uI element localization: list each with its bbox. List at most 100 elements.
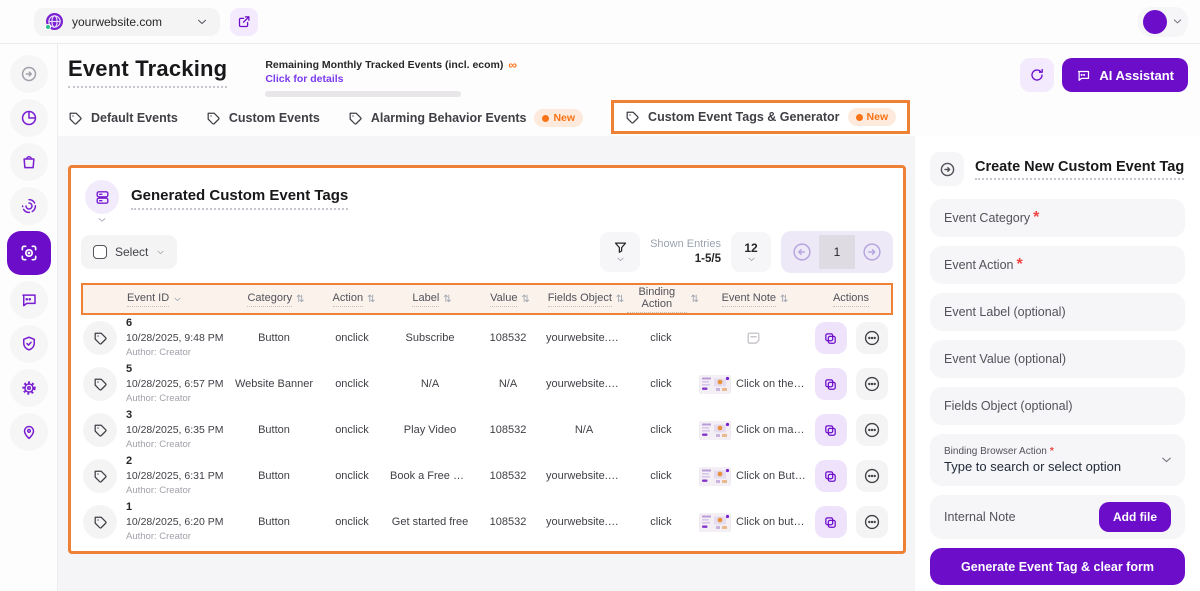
chevron-down-icon[interactable]: [97, 215, 107, 225]
column-header-label[interactable]: Label⇅: [389, 292, 475, 307]
cell-binding-action: click: [625, 470, 697, 482]
table-row: 310/28/2025, 6:35 PMAuthor: Creator Butt…: [81, 407, 893, 453]
more-options-button[interactable]: [856, 460, 888, 492]
copy-tag-button[interactable]: [815, 414, 847, 446]
chevron-down-icon: [616, 255, 625, 264]
cell-fields-object: yourwebsite.c...: [543, 470, 625, 482]
tab-alarming-behavior-events[interactable]: Alarming Behavior Events New: [348, 109, 583, 127]
page-number[interactable]: 1: [819, 235, 855, 269]
event-label-field[interactable]: Event Label (optional): [930, 293, 1185, 331]
open-website-button[interactable]: [230, 8, 258, 36]
table-title: Generated Custom Event Tags: [131, 187, 348, 210]
badge-dot-icon: [856, 114, 863, 121]
event-value-field[interactable]: Event Value (optional): [930, 340, 1185, 378]
sidebar-item-analytics[interactable]: [10, 99, 48, 137]
prev-page-button[interactable]: [785, 235, 819, 269]
column-header-value[interactable]: Value⇅: [475, 292, 545, 307]
more-options-button[interactable]: [856, 322, 888, 354]
copy-tag-button[interactable]: [815, 506, 847, 538]
tag-icon: [83, 505, 117, 539]
more-options-button[interactable]: [856, 414, 888, 446]
cell-binding-action: click: [625, 516, 697, 528]
chevron-down-icon: [1172, 16, 1183, 27]
table-header-row annotation-box-header: Event ID Category⇅ Action⇅ Label⇅ Value⇅…: [81, 283, 893, 315]
pie-chart-icon: [20, 109, 38, 127]
sidebar-item-location[interactable]: [10, 413, 48, 451]
arrow-right-circle-icon: [861, 241, 883, 263]
column-header-category[interactable]: Category⇅: [233, 292, 319, 307]
chevron-down-icon: [747, 255, 756, 264]
sidebar-item-messages[interactable]: [10, 281, 48, 319]
refresh-button[interactable]: [1020, 58, 1054, 92]
user-menu[interactable]: [1138, 7, 1188, 37]
ellipsis-icon: [863, 467, 881, 485]
cell-label: Book a Free De...: [387, 470, 473, 482]
select-dropdown[interactable]: Select: [81, 235, 177, 269]
cell-label: Play Video: [387, 424, 473, 436]
generate-clear-button[interactable]: Generate Event Tag & clear form: [930, 548, 1185, 585]
next-page-button[interactable]: [855, 235, 889, 269]
copy-icon: [823, 377, 838, 392]
tag-icon: [83, 321, 117, 355]
cell-value: 108532: [473, 470, 543, 482]
note-screenshot-thumbnail[interactable]: [700, 421, 730, 440]
chevron-down-icon: [196, 16, 208, 28]
cell-fields-object: yourwebsite.c...: [543, 378, 625, 390]
tag-icon: [83, 413, 117, 447]
tab-default-events[interactable]: Default Events: [68, 111, 178, 126]
column-header-action[interactable]: Action⇅: [319, 292, 389, 307]
binding-browser-action-select[interactable]: Binding Browser Action* Type to search o…: [930, 434, 1185, 486]
fields-object-field[interactable]: Fields Object (optional): [930, 387, 1185, 425]
sidebar-item-sessions[interactable]: [10, 187, 48, 225]
table-controls: Select Shown Entries 1-5/5: [81, 231, 893, 273]
tab-custom-event-tags-generator[interactable]: Custom Event Tags & Generator New: [625, 108, 896, 126]
note-screenshot-thumbnail[interactable]: [700, 467, 730, 486]
new-badge: New: [534, 109, 583, 127]
page-size-select[interactable]: 12: [731, 232, 771, 272]
panel-icon-box: [930, 152, 964, 186]
tag-icon: [68, 111, 83, 126]
quota-details-link[interactable]: Click for details: [265, 73, 517, 85]
shield-check-icon: [20, 335, 38, 353]
quota-progress-bar: [265, 91, 461, 97]
sidebar-item-ecommerce[interactable]: [10, 143, 48, 181]
app-window: yourwebsite.com Event Tracking: [0, 0, 1200, 591]
copy-tag-button[interactable]: [815, 460, 847, 492]
tab-custom-events[interactable]: Custom Events: [206, 111, 320, 126]
sidebar-item-settings[interactable]: [10, 369, 48, 407]
copy-tag-button[interactable]: [815, 368, 847, 400]
column-header-binding-action[interactable]: Binding Action⇅: [627, 286, 699, 313]
event-action-field[interactable]: Event Action*: [930, 246, 1185, 284]
table-row: 510/28/2025, 6:57 PMAuthor: Creator Webs…: [81, 361, 893, 407]
column-header-event-id[interactable]: Event ID: [83, 292, 233, 307]
filter-funnel-icon: [613, 240, 628, 255]
more-options-button[interactable]: [856, 368, 888, 400]
sidebar-item-privacy[interactable]: [10, 325, 48, 363]
page-header: Event Tracking Remaining Monthly Tracked…: [58, 44, 1200, 100]
copy-icon: [823, 469, 838, 484]
event-category-field[interactable]: Event Category*: [930, 199, 1185, 237]
sidebar-item-event-tracking[interactable]: [7, 231, 51, 275]
create-tag-panel: Create New Custom Event Tag Event Catego…: [915, 136, 1200, 591]
cell-event-note: Click on button ...: [697, 513, 809, 532]
sort-icon: ⇅: [780, 294, 788, 305]
filter-button[interactable]: [600, 232, 640, 272]
note-screenshot-thumbnail[interactable]: [700, 513, 730, 532]
internal-note-field[interactable]: Internal Note Add file: [930, 495, 1185, 539]
cell-actions: [809, 460, 893, 492]
column-header-fields-object[interactable]: Fields Object⇅: [545, 292, 627, 307]
copy-tag-button[interactable]: [815, 322, 847, 354]
more-options-button[interactable]: [856, 506, 888, 538]
arrow-right-circle-icon: [939, 161, 956, 178]
sort-icon: ⇅: [616, 294, 624, 305]
quota-block: Remaining Monthly Tracked Events (incl. …: [265, 56, 517, 97]
required-mark: *: [1017, 256, 1023, 274]
table-menu-button[interactable]: [85, 180, 119, 214]
column-header-event-note[interactable]: Event Note⇅: [699, 292, 811, 307]
domain-selector[interactable]: yourwebsite.com: [34, 8, 220, 36]
select-all-checkbox[interactable]: [93, 245, 107, 259]
add-file-button[interactable]: Add file: [1099, 502, 1171, 532]
ai-assistant-button[interactable]: AI Assistant: [1062, 58, 1188, 92]
sidebar-item-collapse[interactable]: [10, 55, 48, 93]
note-screenshot-thumbnail[interactable]: [700, 375, 730, 394]
